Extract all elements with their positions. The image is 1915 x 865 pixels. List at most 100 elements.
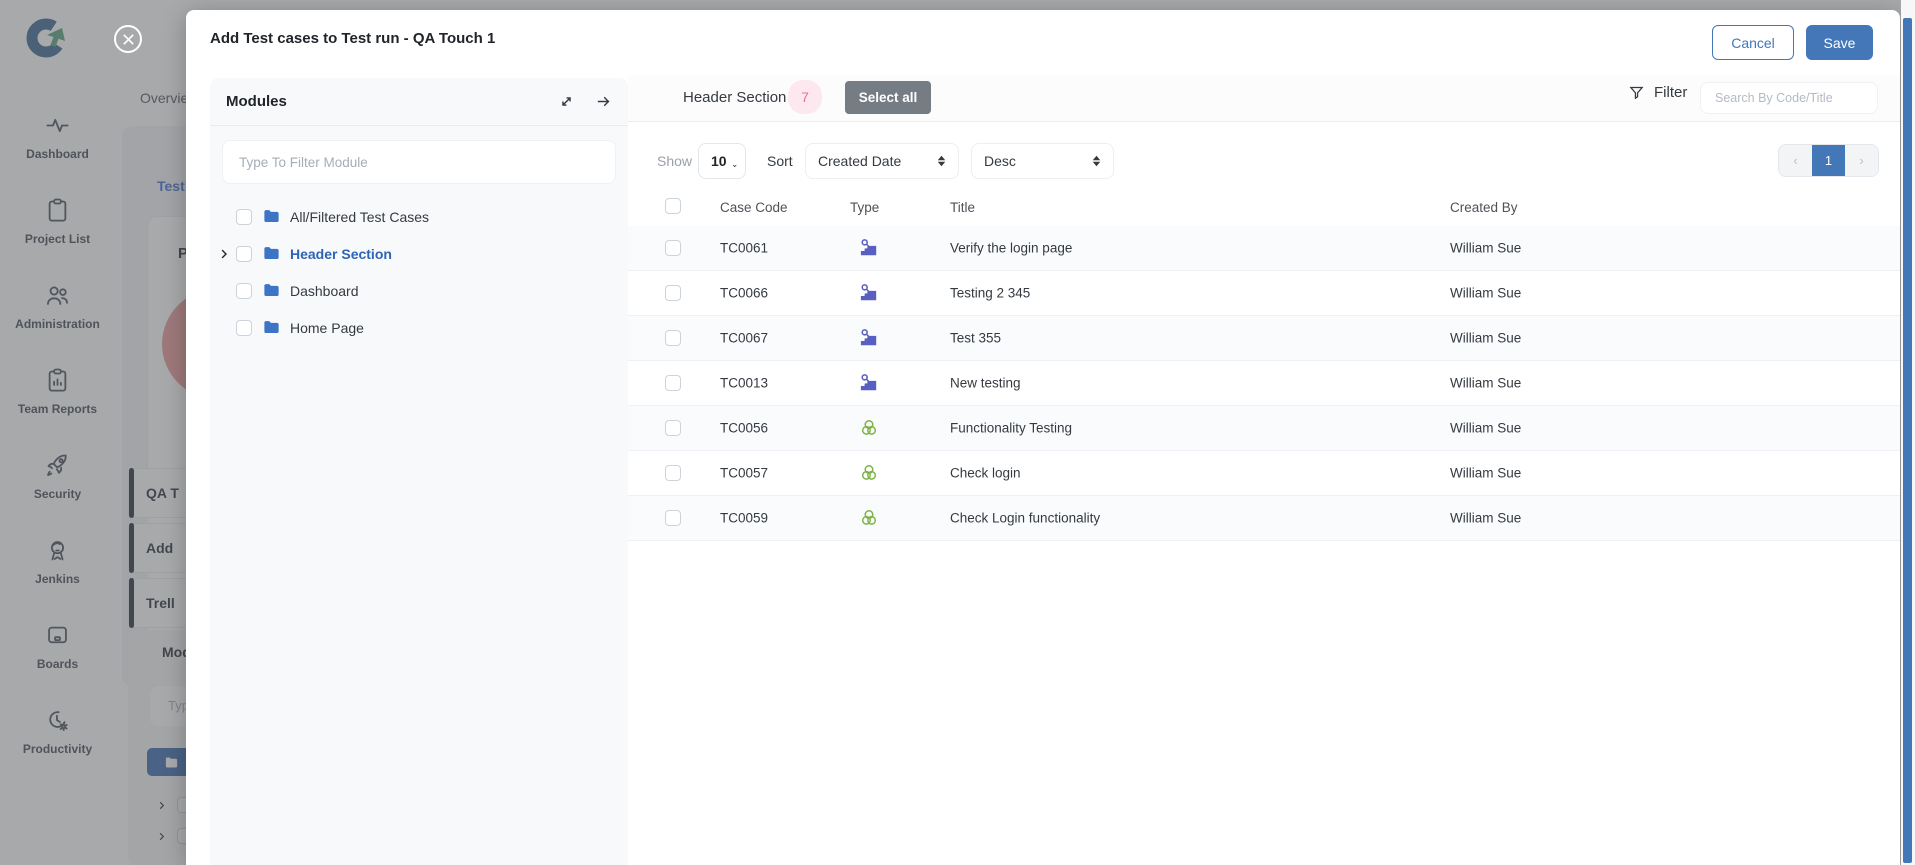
module-item-dashboard[interactable]: Dashboard (210, 272, 628, 309)
show-value: 10 (711, 153, 727, 169)
module-item-all-filtered-test-cases[interactable]: All/Filtered Test Cases (210, 198, 628, 235)
testcase-row-tc0061[interactable]: TC0061Verify the login pageWilliam Sue (628, 226, 1900, 271)
expand-icon[interactable] (558, 93, 575, 110)
case-code: TC0057 (720, 466, 768, 481)
pagination: ‹ 1 › (1778, 144, 1879, 177)
venn-icon (858, 507, 880, 529)
folder-icon (262, 244, 281, 263)
created-by: William Sue (1450, 331, 1521, 346)
table-header-row: Case Code Type Title Created By (628, 190, 1900, 226)
case-title: Check Login functionality (950, 511, 1100, 526)
module-item-label: Header Section (290, 246, 392, 262)
filter-label[interactable]: Filter (1654, 84, 1687, 101)
testcase-row-tc0059[interactable]: TC0059 Check Login functionality William S… (628, 496, 1900, 541)
dialog-title: Add Test cases to Test run - QA Touch 1 (210, 30, 495, 47)
row-checkbox[interactable] (665, 420, 681, 436)
checkbox[interactable] (236, 283, 252, 299)
magnifier-steps-icon (858, 327, 880, 349)
row-checkbox[interactable] (665, 510, 681, 526)
list-controls: Show 10 Sort Created Date Desc (628, 140, 1900, 185)
column-header-created-by[interactable]: Created By (1450, 200, 1518, 215)
case-title: Check login (950, 466, 1021, 481)
testcase-row-tc0066[interactable]: TC0066 Testing 2 345 William Sue (628, 271, 1900, 316)
arrow-right-icon[interactable] (595, 93, 612, 110)
magnifier-steps-icon (858, 237, 880, 259)
sort-label: Sort (767, 153, 793, 169)
count-badge: 7 (788, 80, 822, 114)
pagination-prev-button[interactable]: ‹ (1779, 145, 1812, 176)
filter-icon[interactable] (1628, 84, 1645, 101)
module-item-header-section[interactable]: Header Section (210, 235, 628, 272)
checkbox[interactable] (236, 320, 252, 336)
tree-indent (218, 322, 236, 334)
column-header-title[interactable]: Title (950, 200, 975, 215)
checkbox[interactable] (236, 209, 252, 225)
checkbox[interactable] (236, 246, 252, 262)
section-title: Header Section (683, 89, 786, 106)
column-header-type[interactable]: Type (850, 200, 879, 215)
testcase-row-tc0013[interactable]: TC0013New testingWilliam Sue (628, 361, 1900, 406)
chevron-right-icon[interactable] (218, 248, 236, 260)
case-code: TC0066 (720, 286, 768, 301)
pagination-next-button[interactable]: › (1845, 145, 1878, 176)
magnifier-steps-icon (858, 372, 880, 394)
show-label: Show (657, 153, 692, 169)
select-all-button[interactable]: Select all (845, 81, 931, 114)
section-header: Header Section 7 Select all Filter (628, 75, 1900, 122)
row-checkbox[interactable] (665, 465, 681, 481)
created-by: William Sue (1450, 286, 1521, 301)
venn-icon (858, 462, 880, 484)
close-icon[interactable] (114, 25, 142, 53)
testcase-row-tc0056[interactable]: TC0056 Functionality Testing William Sue (628, 406, 1900, 451)
module-item-label: Home Page (290, 320, 364, 336)
case-code: TC0067 (720, 331, 768, 346)
case-title: Test 355 (950, 331, 1001, 346)
row-checkbox[interactable] (665, 330, 681, 346)
select-all-checkbox[interactable] (665, 198, 681, 214)
testcase-row-tc0067[interactable]: TC0067 Test 355 William Sue (628, 316, 1900, 361)
created-by: William Sue (1450, 511, 1521, 526)
scrollbar-thumb[interactable] (1903, 18, 1912, 863)
row-checkbox[interactable] (665, 240, 681, 256)
sort-arrows-icon (937, 155, 946, 167)
search-input[interactable] (1700, 82, 1878, 114)
testcases-content: Header Section 7 Select all Filter Show … (628, 10, 1900, 865)
case-title: Functionality Testing (950, 421, 1072, 436)
row-checkbox[interactable] (665, 375, 681, 391)
module-tree: All/Filtered Test Cases Header Section Das… (210, 198, 628, 346)
testcase-row-tc0057[interactable]: TC0057 Check login William Sue (628, 451, 1900, 496)
sort-direction-select[interactable]: Desc (971, 143, 1114, 179)
sort-field-select[interactable]: Created Date (805, 143, 959, 179)
row-checkbox[interactable] (665, 285, 681, 301)
module-item-label: Dashboard (290, 283, 359, 299)
case-title: Testing 2 345 (950, 286, 1030, 301)
modules-panel-title: Modules (226, 93, 538, 110)
magnifier-steps-icon (858, 282, 880, 304)
venn-icon (858, 417, 880, 439)
case-code: TC0056 (720, 421, 768, 436)
sort-field-value: Created Date (818, 153, 901, 169)
case-title: Verify the login page (950, 241, 1072, 256)
show-select[interactable]: 10 (698, 143, 746, 179)
folder-icon (262, 281, 281, 300)
tree-indent (218, 211, 236, 223)
folder-icon (262, 207, 281, 226)
module-item-home-page[interactable]: Home Page (210, 309, 628, 346)
scrollbar[interactable] (1901, 0, 1915, 865)
created-by: William Sue (1450, 466, 1521, 481)
column-header-case-code[interactable]: Case Code (720, 200, 788, 215)
case-code: TC0059 (720, 511, 768, 526)
pagination-page-1[interactable]: 1 (1812, 145, 1845, 176)
case-code: TC0061 (720, 241, 768, 256)
case-code: TC0013 (720, 376, 768, 391)
chevron-down-icon (732, 156, 737, 167)
module-filter-input[interactable] (222, 140, 616, 184)
modules-panel: Modules All/Filtered Test Cases Header Se… (210, 78, 628, 865)
created-by: William Sue (1450, 421, 1521, 436)
module-item-label: All/Filtered Test Cases (290, 209, 429, 225)
tree-indent (218, 285, 236, 297)
sort-direction-value: Desc (984, 153, 1016, 169)
case-title: New testing (950, 376, 1021, 391)
folder-icon (262, 318, 281, 337)
sort-arrows-icon (1092, 155, 1101, 167)
